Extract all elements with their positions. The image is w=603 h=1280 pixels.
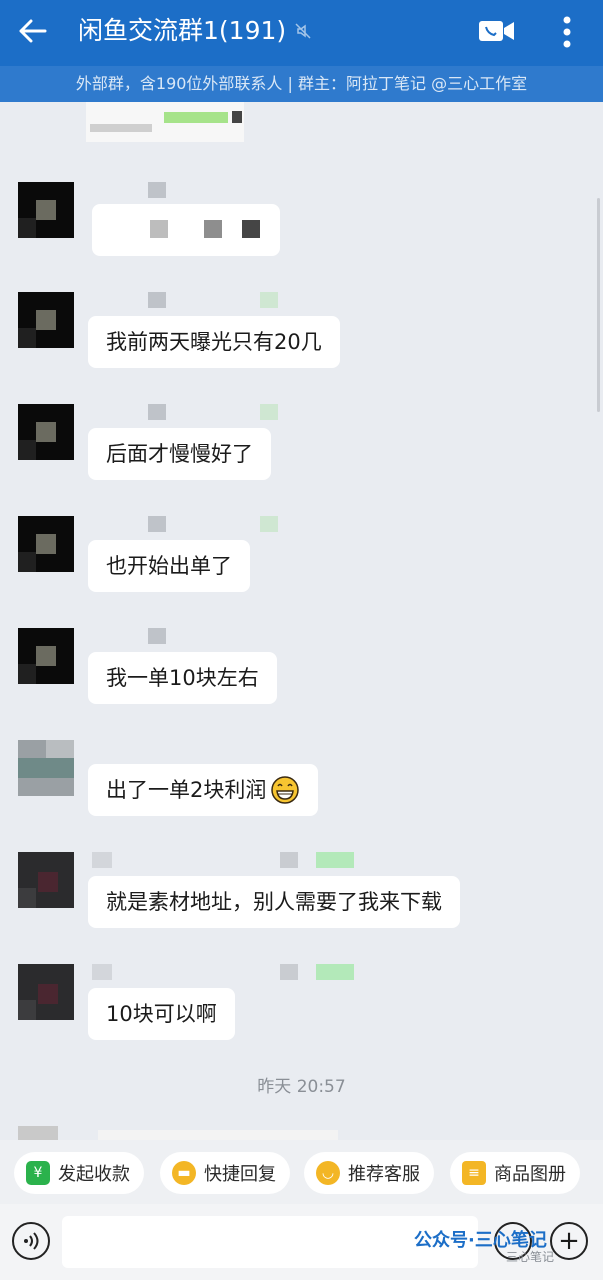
message-text: 也开始出单了	[106, 554, 232, 578]
input-bar: + 公众号·三心笔记 三心笔记	[0, 1204, 603, 1280]
top-bar: 闲鱼交流群1(191)	[0, 0, 603, 66]
message-bubble[interactable]	[92, 204, 280, 256]
sender-name	[148, 516, 166, 532]
scroll-indicator[interactable]	[597, 198, 600, 412]
message-row: 出了一单2块利润	[0, 740, 603, 850]
chip-product-catalog[interactable]: ≡ 商品图册	[450, 1152, 580, 1194]
avatar[interactable]	[18, 628, 74, 684]
message-text: 我前两天曝光只有20几	[106, 330, 322, 354]
message-bubble[interactable]: 10块可以啊	[88, 988, 235, 1040]
more-options-icon[interactable]	[555, 12, 579, 52]
sender-name	[148, 628, 166, 644]
quick-reply-bar: ¥ 发起收款 ▬ 快捷回复 ◡ 推荐客服 ≡ 商品图册	[0, 1140, 603, 1204]
message-bubble[interactable]: 就是素材地址，别人需要了我来下载	[88, 876, 460, 928]
chip-label: 快捷回复	[204, 1164, 276, 1185]
avatar[interactable]	[18, 964, 74, 1020]
back-arrow-icon[interactable]	[16, 14, 50, 48]
sender-name	[92, 852, 112, 868]
mute-icon	[295, 23, 311, 39]
message-row	[0, 182, 603, 292]
sender-tag	[260, 292, 278, 308]
sender-name-part	[280, 852, 298, 868]
chat-area[interactable]: 我前两天曝光只有20几 后面才慢慢好了 也开始出单了 我一单10块左右 出了一单…	[0, 102, 603, 1140]
reply-icon: ▬	[172, 1161, 196, 1185]
watermark-subtext: 三心笔记	[506, 1250, 555, 1264]
sender-name	[148, 182, 166, 198]
chat-timestamp: 昨天 20:57	[257, 1077, 346, 1097]
message-bubble[interactable]: 我前两天曝光只有20几	[88, 316, 340, 368]
message-bubble[interactable]: 我一单10块左右	[88, 652, 277, 704]
message-row: 也开始出单了	[0, 516, 603, 626]
catalog-icon: ≡	[462, 1161, 486, 1185]
message-row: 我一单10块左右	[0, 628, 603, 738]
chip-quick-reply[interactable]: ▬ 快捷回复	[160, 1152, 290, 1194]
sender-tag	[316, 852, 354, 868]
message-row: 后面才慢慢好了	[0, 404, 603, 514]
sender-tag	[260, 516, 278, 532]
chip-label: 发起收款	[58, 1164, 130, 1185]
message-bubble[interactable]: 后面才慢慢好了	[88, 428, 271, 480]
service-icon: ◡	[316, 1161, 340, 1185]
sender-name	[148, 292, 166, 308]
avatar[interactable]	[18, 852, 74, 908]
message-text: 10块可以啊	[106, 1002, 217, 1026]
sender-tag	[260, 404, 278, 420]
chip-label: 推荐客服	[348, 1164, 420, 1185]
message-row: 10块可以啊	[0, 964, 603, 1074]
image-thumbnail[interactable]	[86, 102, 244, 142]
video-call-icon[interactable]	[478, 16, 516, 46]
message-row: 我前两天曝光只有20几	[0, 292, 603, 402]
message-bubble[interactable]: 出了一单2块利润	[88, 764, 319, 816]
sender-tag	[316, 964, 354, 980]
chip-recommend-service[interactable]: ◡ 推荐客服	[304, 1152, 434, 1194]
sender-name	[92, 964, 112, 980]
voice-input-icon[interactable]	[12, 1222, 50, 1260]
chip-label: 商品图册	[494, 1164, 566, 1185]
chat-title-text: 闲鱼交流群1(191)	[78, 16, 287, 45]
avatar[interactable]	[18, 182, 74, 238]
chip-start-payment[interactable]: ¥ 发起收款	[14, 1152, 144, 1194]
group-info-text: 外部群，含190位外部联系人 | 群主：阿拉丁笔记 @三心工作室	[75, 74, 528, 93]
add-attachment-icon[interactable]: +	[550, 1222, 588, 1260]
sender-name	[148, 404, 166, 420]
message-text: 就是素材地址，别人需要了我来下载	[106, 890, 442, 914]
sender-name-part	[280, 964, 298, 980]
payment-icon: ¥	[26, 1161, 50, 1185]
message-row: 就是素材地址，别人需要了我来下载	[0, 852, 603, 962]
avatar[interactable]	[18, 740, 74, 796]
message-text: 我一单10块左右	[106, 666, 259, 690]
avatar[interactable]	[18, 516, 74, 572]
avatar[interactable]	[18, 292, 74, 348]
message-text: 后面才慢慢好了	[106, 442, 253, 466]
chat-title: 闲鱼交流群1(191)	[78, 15, 312, 47]
avatar[interactable]	[18, 404, 74, 460]
partial-message-row	[18, 1122, 338, 1140]
message-bubble[interactable]: 也开始出单了	[88, 540, 250, 592]
message-text: 出了一单2块利润	[106, 778, 267, 802]
group-info-bar[interactable]: 外部群，含190位外部联系人 | 群主：阿拉丁笔记 @三心工作室	[0, 66, 603, 102]
grin-emoji-icon	[271, 776, 300, 804]
